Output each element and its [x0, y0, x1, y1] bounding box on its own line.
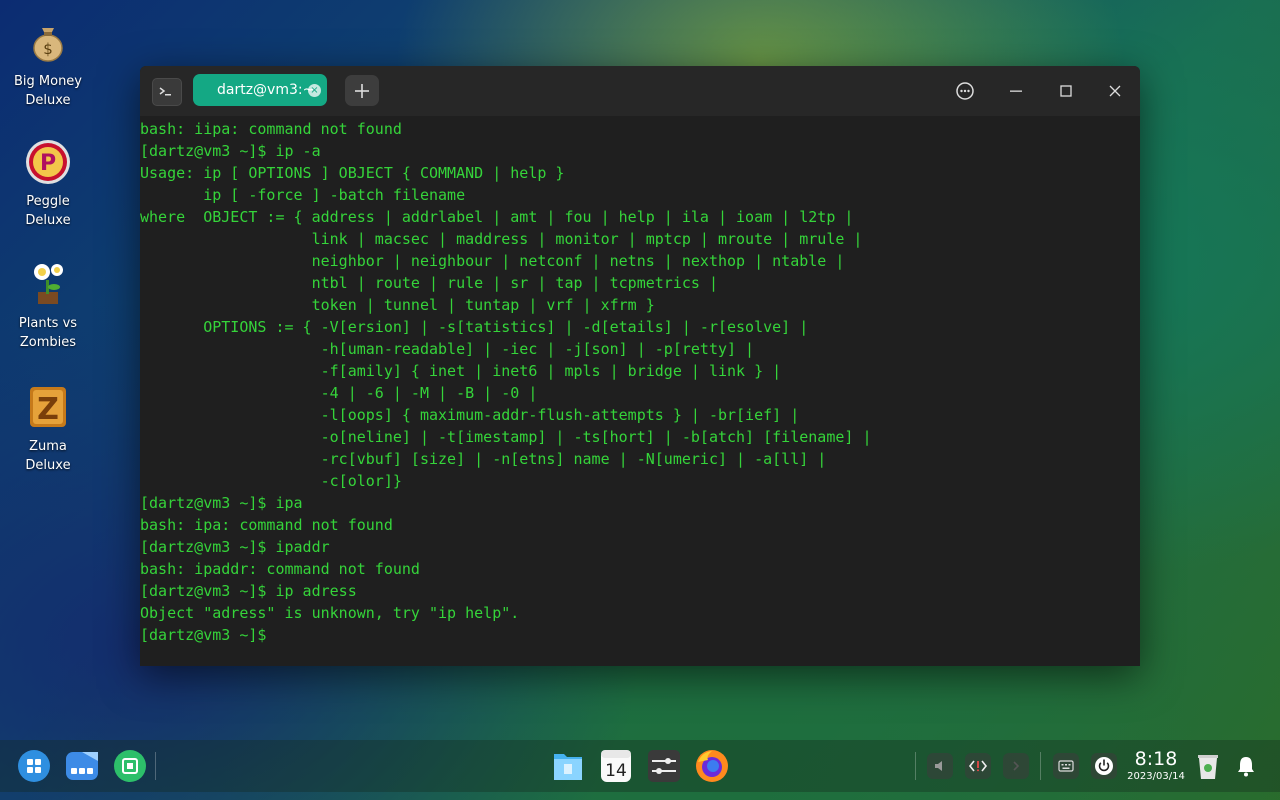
desktop-icon-label: Plants vs Zombies [18, 316, 78, 350]
maximize-icon [1060, 85, 1072, 97]
new-tab-button[interactable] [345, 75, 379, 106]
terminal-line: bash: ipaddr: command not found [140, 560, 420, 578]
terminal-line: bash: ipa: command not found [140, 516, 393, 534]
clock-time[interactable]: 8:18 [1128, 748, 1184, 770]
zuma-icon: Z [24, 383, 72, 431]
speaker-icon [935, 761, 942, 771]
terminal-line: -c[olor]} [140, 472, 402, 490]
arrow-right-icon [1013, 761, 1020, 771]
terminal-line: -4 | -6 | -M | -B | -0 | [140, 384, 538, 402]
terminal-prompt-line: [dartz@vm3 ~]$ [140, 626, 276, 644]
terminal-line: -h[uman-readable] | -iec | -j[son] | -p[… [140, 340, 755, 358]
more-options-button[interactable] [953, 79, 977, 103]
terminal-line: [dartz@vm3 ~]$ ipaddr [140, 538, 330, 556]
terminal-line: neighbor | neighbour | netconf | netns |… [140, 252, 845, 270]
close-tab-icon[interactable]: × [308, 84, 321, 97]
calendar-icon: 14 [601, 750, 631, 782]
app-store-icon [114, 750, 146, 782]
control-center-button[interactable] [646, 748, 682, 784]
speaker-tray-button[interactable] [927, 753, 953, 779]
arrow-tray-button[interactable] [1003, 753, 1029, 779]
calendar-button[interactable]: 14 [598, 748, 634, 784]
plants-vs-zombies-icon [24, 260, 72, 308]
minimize-icon [1010, 90, 1022, 92]
keyboard-icon [1058, 760, 1074, 772]
taskbar-divider [915, 752, 916, 780]
launcher-icon [18, 750, 50, 782]
trash-icon [1198, 755, 1218, 779]
title-bar[interactable]: dartz@vm3:~ × [140, 66, 1140, 116]
maximize-button[interactable] [1054, 79, 1078, 103]
notification-icon [1238, 757, 1254, 777]
file-manager-icon [554, 754, 582, 780]
notification-button[interactable] [1228, 748, 1264, 784]
control-center-icon [648, 750, 680, 782]
terminal-line: ntbl | route | rule | sr | tap | tcpmetr… [140, 274, 718, 292]
terminal-line: Usage: ip [ OPTIONS ] OBJECT { COMMAND |… [140, 164, 565, 182]
taskbar-divider [155, 752, 156, 780]
svg-text:Z: Z [37, 392, 59, 427]
terminal-line: ip [ -force ] -batch filename [140, 186, 466, 204]
plus-icon [355, 83, 369, 98]
terminal-line: bash: iipa: command not found [140, 120, 402, 138]
desktop-icon-label: Peggle Deluxe [25, 194, 71, 228]
terminal-line: [dartz@vm3 ~]$ ipa [140, 494, 303, 512]
terminal-line: Object "adress" is unknown, try "ip help… [140, 604, 520, 622]
multitask-view-button[interactable] [64, 748, 100, 784]
terminal-line: -l[oops] { maximum-addr-flush-attempts }… [140, 406, 800, 424]
terminal-line: [dartz@vm3 ~]$ ip -a [140, 142, 321, 160]
minimize-button[interactable] [1004, 79, 1028, 103]
power-icon [1095, 757, 1113, 775]
launcher-button[interactable] [16, 748, 52, 784]
more-icon [956, 82, 974, 100]
terminal-line: where OBJECT := { address | addrlabel | … [140, 208, 854, 226]
desktop-icon-label: Zuma Deluxe [25, 439, 71, 473]
calendar-day-label: 14 [605, 761, 627, 781]
terminal-line: OPTIONS := { -V[ersion] | -s[tatistics] … [140, 318, 809, 336]
tab-label: dartz@vm3:~ [217, 82, 315, 98]
terminal-output[interactable]: bash: iipa: command not found [dartz@vm3… [140, 116, 1140, 646]
clock-date[interactable]: 2023/03/14 [1124, 771, 1188, 782]
firefox-button[interactable] [694, 748, 730, 784]
svg-text:P: P [40, 151, 56, 176]
terminal-line: -f[amily] { inet | inet6 | mpls | bridge… [140, 362, 782, 380]
terminal-line: link | macsec | maddress | monitor | mpt… [140, 230, 863, 248]
peggle-icon: P [24, 138, 72, 186]
code-icon [968, 760, 988, 772]
file-manager-button[interactable] [550, 748, 586, 784]
desktop-icon-plants-vs-zombies[interactable]: Plants vs Zombies [8, 260, 88, 352]
terminal-app-icon[interactable] [152, 78, 182, 106]
desktop-icon-big-money[interactable]: $ Big Money Deluxe [8, 18, 88, 110]
taskbar: 14 8:18 2023/03/14 [0, 740, 1280, 792]
taskbar-divider [1040, 752, 1041, 780]
terminal-line: -o[neline] | -t[imestamp] | -ts[hort] | … [140, 428, 872, 446]
power-tray-button[interactable] [1091, 753, 1117, 779]
tab-terminal[interactable]: dartz@vm3:~ × [193, 74, 327, 106]
terminal-line: -rc[vbuf] [size] | -n[etns] name | -N[um… [140, 450, 827, 468]
svg-text:$: $ [43, 40, 53, 58]
money-bag-icon: $ [24, 18, 72, 66]
firefox-icon [696, 750, 728, 782]
keyboard-tray-button[interactable] [1053, 753, 1079, 779]
terminal-line: token | tunnel | tuntap | vrf | xfrm } [140, 296, 655, 314]
terminal-window: dartz@vm3:~ × bash: iipa: command not fo… [140, 66, 1140, 666]
desktop-icon-label: Big Money Deluxe [13, 74, 82, 108]
trash-button[interactable] [1190, 748, 1226, 784]
multitask-view-icon [66, 752, 98, 780]
code-tray-button[interactable] [965, 753, 991, 779]
app-store-button[interactable] [112, 748, 148, 784]
desktop-icon-zuma[interactable]: Z Zuma Deluxe [8, 383, 88, 475]
close-button[interactable] [1103, 79, 1127, 103]
close-icon [1109, 85, 1121, 97]
terminal-line: [dartz@vm3 ~]$ ip adress [140, 582, 357, 600]
desktop-icon-peggle[interactable]: P Peggle Deluxe [8, 138, 88, 230]
